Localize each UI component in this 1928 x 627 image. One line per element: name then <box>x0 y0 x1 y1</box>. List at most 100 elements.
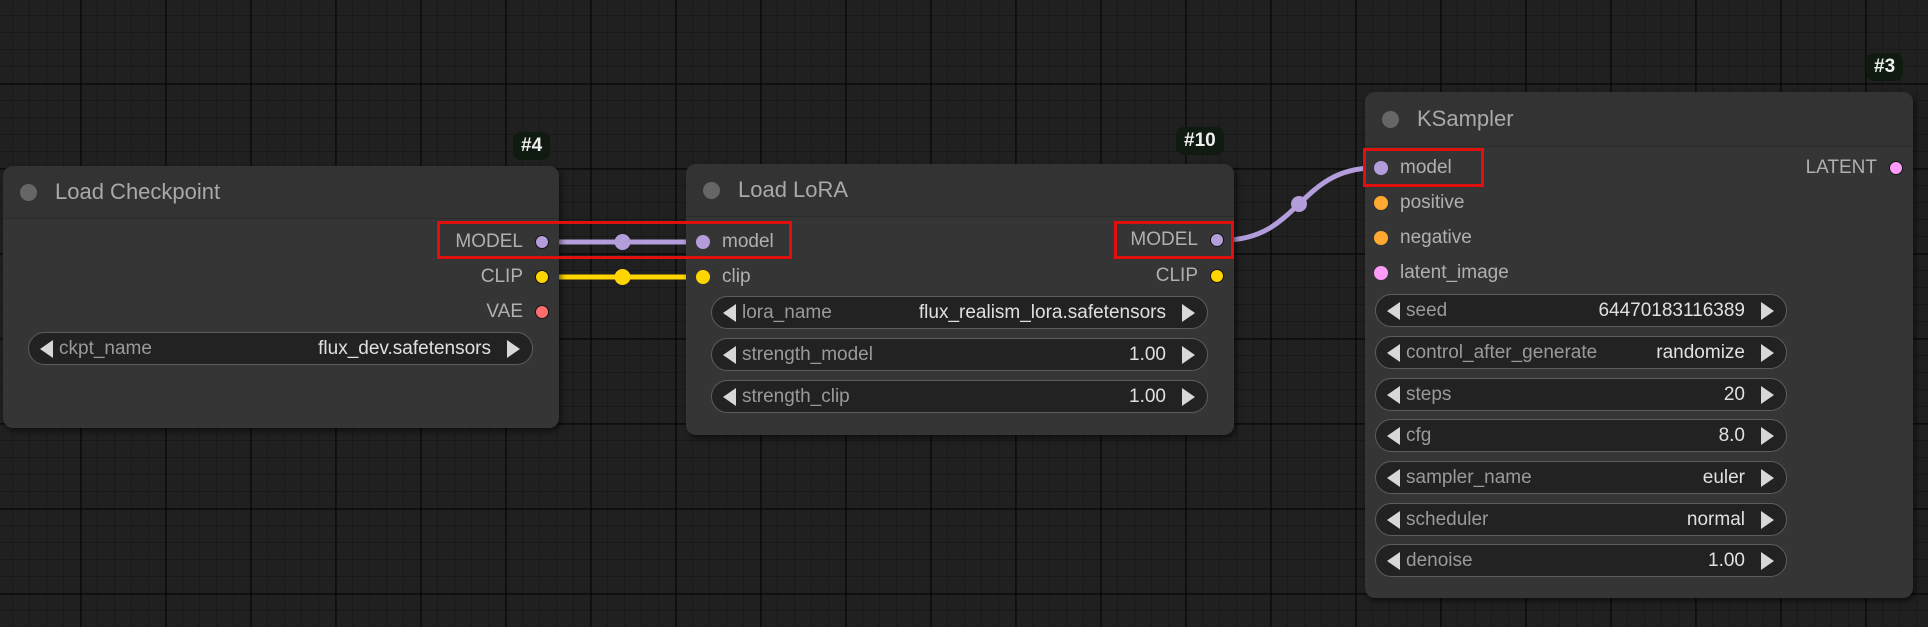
node-load-lora[interactable]: Load LoRA model clip MODEL CLIP lora_nam… <box>686 164 1234 435</box>
decrement-arrow-icon[interactable] <box>723 387 736 406</box>
slot-dot-icon[interactable] <box>1374 196 1388 210</box>
collapse-toggle-icon[interactable] <box>20 184 37 201</box>
slot-dot-icon[interactable] <box>535 305 549 319</box>
increment-arrow-icon[interactable] <box>1182 345 1195 364</box>
slot-dot-icon[interactable] <box>1374 161 1388 175</box>
increment-arrow-icon[interactable] <box>1182 303 1195 322</box>
link-midpoint-handle[interactable] <box>1291 196 1307 212</box>
decrement-arrow-icon[interactable] <box>40 339 53 358</box>
output-slot-model[interactable]: MODEL <box>1130 225 1224 255</box>
widget-value[interactable]: 1.00 <box>1129 386 1166 408</box>
node-header[interactable]: KSampler <box>1365 92 1913 147</box>
decrement-arrow-icon[interactable] <box>1387 426 1400 445</box>
decrement-arrow-icon[interactable] <box>723 303 736 322</box>
input-slot-latent-image[interactable]: latent_image <box>1374 258 1509 288</box>
node-id-badge-ksampler: #3 <box>1866 53 1904 81</box>
slot-label: negative <box>1400 227 1472 248</box>
slot-label: positive <box>1400 192 1465 213</box>
widget-value[interactable]: 64470183116389 <box>1598 300 1745 322</box>
slot-dot-icon[interactable] <box>696 270 710 284</box>
output-slot-clip[interactable]: CLIP <box>481 262 549 292</box>
widget-denoise[interactable]: denoise 1.00 <box>1375 544 1787 577</box>
slot-label: MODEL <box>1130 229 1198 250</box>
output-slot-vae[interactable]: VAE <box>486 297 549 327</box>
slot-label: model <box>722 231 774 252</box>
widget-label: sampler_name <box>1406 466 1532 488</box>
node-load-checkpoint[interactable]: Load Checkpoint MODEL CLIP VAE ckpt_name… <box>3 166 559 428</box>
input-slot-clip[interactable]: clip <box>696 262 751 292</box>
increment-arrow-icon[interactable] <box>1761 551 1774 570</box>
input-slot-model[interactable]: model <box>696 227 774 257</box>
slot-dot-icon[interactable] <box>1374 231 1388 245</box>
widget-lora-name[interactable]: lora_name flux_realism_lora.safetensors <box>711 296 1208 329</box>
decrement-arrow-icon[interactable] <box>1387 343 1400 362</box>
increment-arrow-icon[interactable] <box>1761 468 1774 487</box>
widget-sampler-name[interactable]: sampler_name euler <box>1375 461 1787 494</box>
widget-value[interactable]: 20 <box>1724 384 1745 406</box>
widget-scheduler[interactable]: scheduler normal <box>1375 503 1787 536</box>
widget-value[interactable]: flux_realism_lora.safetensors <box>919 302 1166 324</box>
widget-label: scheduler <box>1406 508 1489 530</box>
decrement-arrow-icon[interactable] <box>1387 510 1400 529</box>
increment-arrow-icon[interactable] <box>1761 301 1774 320</box>
slot-label: LATENT <box>1805 157 1877 178</box>
output-slot-model[interactable]: MODEL <box>455 227 549 257</box>
decrement-arrow-icon[interactable] <box>1387 551 1400 570</box>
slot-dot-icon[interactable] <box>1210 233 1224 247</box>
slot-label: MODEL <box>455 231 523 252</box>
node-ksampler[interactable]: KSampler model positive negative latent_… <box>1365 92 1913 598</box>
increment-arrow-icon[interactable] <box>1761 510 1774 529</box>
slot-dot-icon[interactable] <box>535 235 549 249</box>
slot-label: CLIP <box>1155 265 1198 286</box>
collapse-toggle-icon[interactable] <box>703 182 720 199</box>
widget-value[interactable]: randomize <box>1656 342 1745 364</box>
link-midpoint-handle[interactable] <box>614 234 631 250</box>
slot-label: clip <box>722 266 751 287</box>
slot-dot-icon[interactable] <box>535 270 549 284</box>
node-header[interactable]: Load Checkpoint <box>3 166 559 219</box>
widget-value[interactable]: normal <box>1687 509 1745 531</box>
widget-steps[interactable]: steps 20 <box>1375 378 1787 411</box>
widget-seed[interactable]: seed 64470183116389 <box>1375 294 1787 327</box>
widget-value[interactable]: euler <box>1703 467 1745 489</box>
widget-value[interactable]: 8.0 <box>1719 425 1745 447</box>
widget-strength-model[interactable]: strength_model 1.00 <box>711 338 1208 371</box>
widget-strength-clip[interactable]: strength_clip 1.00 <box>711 380 1208 413</box>
widget-ckpt-name[interactable]: ckpt_name flux_dev.safetensors <box>28 332 533 365</box>
widget-label: ckpt_name <box>59 337 152 359</box>
node-header[interactable]: Load LoRA <box>686 164 1234 217</box>
widget-cfg[interactable]: cfg 8.0 <box>1375 419 1787 452</box>
link-model-lora-to-ksampler[interactable] <box>1223 165 1375 243</box>
output-slot-latent[interactable]: LATENT <box>1806 153 1903 183</box>
widget-value[interactable]: 1.00 <box>1708 550 1745 572</box>
widget-control-after-generate[interactable]: control_after_generate randomize <box>1375 336 1787 369</box>
widget-label: lora_name <box>742 301 832 323</box>
input-slot-positive[interactable]: positive <box>1374 188 1464 218</box>
collapse-toggle-icon[interactable] <box>1382 111 1399 128</box>
slot-dot-icon[interactable] <box>1374 266 1388 280</box>
output-slot-clip[interactable]: CLIP <box>1156 261 1224 291</box>
widget-label: control_after_generate <box>1406 341 1598 363</box>
widget-value[interactable]: 1.00 <box>1129 344 1166 366</box>
decrement-arrow-icon[interactable] <box>1387 468 1400 487</box>
widget-label: strength_model <box>742 343 873 365</box>
slot-label: latent_image <box>1400 262 1509 283</box>
node-id-badge-lora: #10 <box>1176 127 1224 155</box>
widget-label: steps <box>1406 383 1452 405</box>
slot-label: model <box>1400 157 1452 178</box>
decrement-arrow-icon[interactable] <box>1387 301 1400 320</box>
increment-arrow-icon[interactable] <box>1761 385 1774 404</box>
increment-arrow-icon[interactable] <box>1761 343 1774 362</box>
slot-dot-icon[interactable] <box>1889 161 1903 175</box>
widget-value[interactable]: flux_dev.safetensors <box>318 338 491 360</box>
link-midpoint-handle[interactable] <box>614 269 631 285</box>
slot-dot-icon[interactable] <box>1210 269 1224 283</box>
input-slot-model[interactable]: model <box>1374 153 1452 183</box>
increment-arrow-icon[interactable] <box>507 339 520 358</box>
decrement-arrow-icon[interactable] <box>723 345 736 364</box>
increment-arrow-icon[interactable] <box>1182 387 1195 406</box>
slot-dot-icon[interactable] <box>696 235 710 249</box>
increment-arrow-icon[interactable] <box>1761 426 1774 445</box>
decrement-arrow-icon[interactable] <box>1387 385 1400 404</box>
input-slot-negative[interactable]: negative <box>1374 223 1472 253</box>
